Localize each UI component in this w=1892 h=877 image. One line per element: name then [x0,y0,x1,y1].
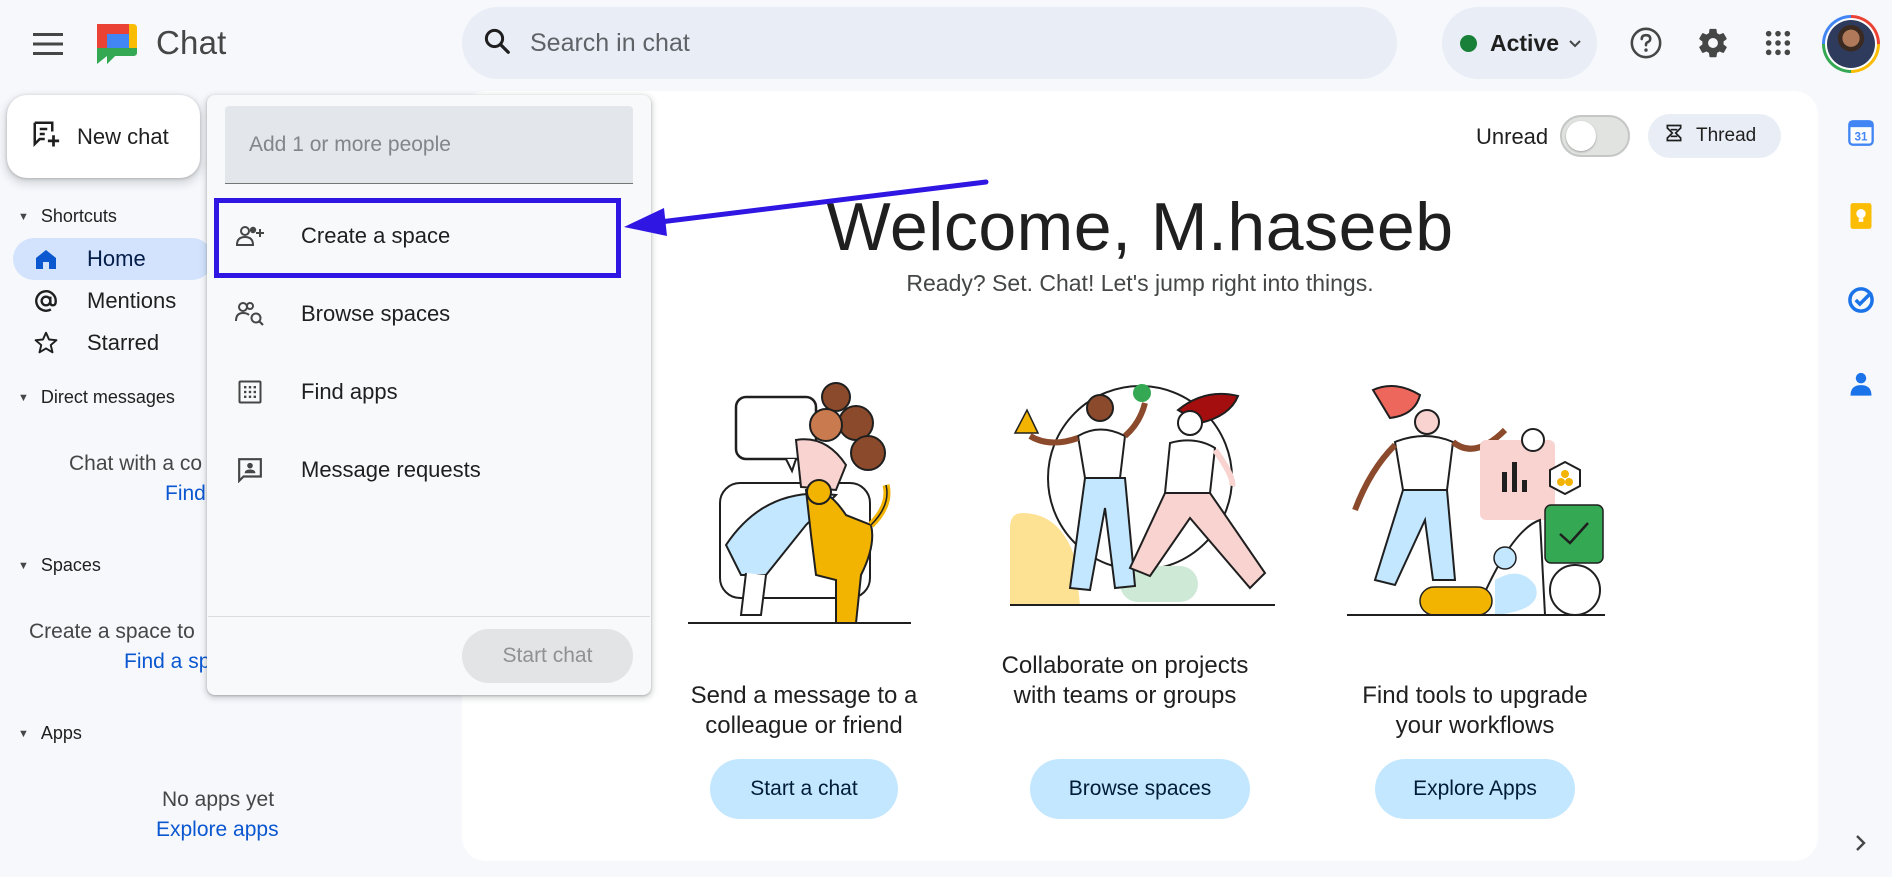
unread-toggle[interactable] [1560,115,1630,157]
spaces-empty-text: Create a space to [29,620,195,643]
apps-header-label: Apps [40,723,82,743]
apps-empty-text: No apps yet [162,788,275,811]
menu-item-message-requests[interactable]: Message requests [208,434,650,506]
sidebar-item-label: Mentions [87,288,177,313]
caret-down-icon: ▼ [18,391,29,404]
spaces-header-label: Spaces [40,555,101,575]
caret-down-icon: ▼ [18,210,29,223]
explore-apps-link[interactable]: Explore apps [156,818,279,842]
start-a-chat-label: Start a chat [750,777,858,800]
calendar-day: 31 [1855,131,1868,144]
home-icon [31,247,61,271]
sidebar-item-label: Home [87,246,146,271]
find-a-space-link[interactable]: Find a sp [124,650,210,674]
chat-logo-icon [93,20,141,66]
status-label: Active [1490,29,1560,56]
avatar[interactable] [1822,15,1880,73]
help-icon[interactable] [1622,19,1670,67]
illustration-collaborate [1000,368,1280,618]
people-search-icon [234,301,266,327]
chevron-down-icon [1569,35,1581,51]
thread-button[interactable]: Thread [1648,114,1781,158]
apps-section-header[interactable]: ▼ Apps [18,723,82,744]
gear-icon[interactable] [1689,19,1737,67]
person-message-icon [234,457,266,483]
start-chat-button[interactable]: Start chat [462,629,633,683]
search-icon[interactable] [482,26,512,61]
search-input[interactable] [530,28,1330,58]
hamburger-menu-icon[interactable] [24,20,72,68]
browse-spaces-button[interactable]: Browse spaces [1030,759,1250,819]
welcome-subtitle: Ready? Set. Chat! Let's jump right into … [906,270,1374,296]
menu-item-browse-spaces[interactable]: Browse spaces [208,278,650,350]
illustration-tools [1345,380,1615,620]
sidebar-item-home[interactable]: Home [13,238,213,280]
menu-item-label: Message requests [301,457,481,482]
search-bar[interactable] [462,7,1397,79]
caret-down-icon: ▼ [18,727,29,740]
direct-messages-empty-text: Chat with a co [69,452,203,475]
new-chat-icon [31,119,61,155]
new-chat-button[interactable]: New chat [7,95,200,178]
sidebar-item-label: Starred [87,330,160,355]
thread-icon [1664,123,1684,149]
menu-divider [208,616,650,617]
status-selector[interactable]: Active [1442,7,1597,79]
contacts-icon[interactable] [1844,367,1878,401]
card-chat-text: Send a message to a colleague or friend [690,682,918,739]
card-tools-text: Find tools to upgrade your workflows [1362,682,1588,739]
thread-label: Thread [1696,125,1757,146]
menu-item-find-apps[interactable]: Find apps [208,356,650,428]
at-icon [31,288,61,314]
app-title: Chat [156,24,227,61]
shortcuts-header-label: Shortcuts [40,206,117,226]
apps-grid-icon[interactable] [1754,19,1802,67]
spaces-section-header[interactable]: ▼ Spaces [18,555,101,576]
keep-icon[interactable] [1844,199,1878,233]
add-people-input[interactable] [225,106,633,184]
shortcuts-section-header[interactable]: ▼ Shortcuts [18,206,117,227]
apps-grid-icon [234,380,266,404]
explore-apps-label: Explore Apps [1413,777,1537,800]
chevron-right-icon[interactable] [1844,826,1878,860]
unread-label: Unread [1476,124,1549,149]
annotation-highlight-box [214,198,621,278]
annotation-arrow [624,179,989,236]
tasks-icon[interactable] [1844,283,1878,317]
illustration-chat [686,375,926,625]
new-chat-label: New chat [77,123,169,149]
menu-item-label: Find apps [301,379,398,404]
direct-messages-header-label: Direct messages [40,387,175,407]
sidebar-item-mentions[interactable]: Mentions [13,280,213,322]
star-icon [31,330,61,356]
menu-item-label: Browse spaces [301,301,451,326]
browse-spaces-label: Browse spaces [1068,777,1212,800]
direct-messages-section-header[interactable]: ▼ Direct messages [18,387,175,408]
card-collaborate-text: Collaborate on projects with teams or gr… [1001,652,1249,709]
sidebar-item-starred[interactable]: Starred [13,322,213,364]
calendar-icon[interactable]: 31 [1844,116,1878,150]
explore-apps-button[interactable]: Explore Apps [1375,759,1575,819]
caret-down-icon: ▼ [18,559,29,572]
find-people-link[interactable]: Find [165,482,206,506]
start-a-chat-button[interactable]: Start a chat [710,759,898,819]
status-dot [1460,34,1477,52]
